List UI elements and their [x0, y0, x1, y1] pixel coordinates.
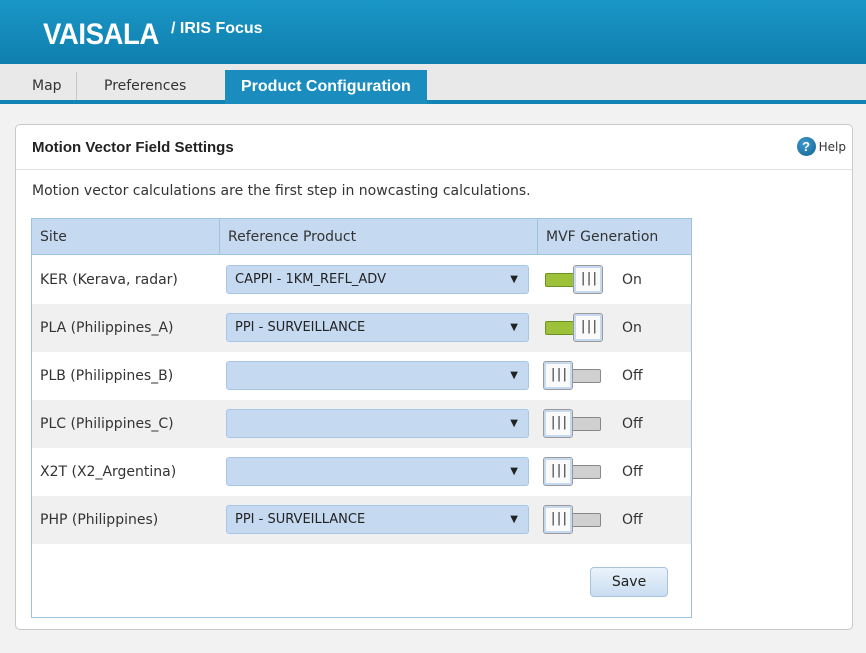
mvf-generation-toggle[interactable]: |||: [543, 313, 603, 342]
vaisala-logo: VAISALA: [43, 18, 159, 51]
dropdown-arrow-icon: ▼: [510, 466, 518, 477]
reference-product-select[interactable]: ▼: [226, 361, 529, 390]
reference-product-value: CAPPI - 1KM_REFL_ADV: [235, 272, 386, 287]
reference-product-select[interactable]: ▼: [226, 457, 529, 486]
help-label: Help: [818, 139, 846, 154]
mvf-state-label: Off: [622, 368, 643, 384]
table-row: X2T (X2_Argentina) ▼ ||| Off: [32, 448, 691, 496]
app-header: VAISALA / IRIS Focus: [0, 0, 866, 64]
reference-product-select[interactable]: ▼: [226, 409, 529, 438]
product-name: / IRIS Focus: [171, 20, 263, 37]
mvf-generation-toggle[interactable]: |||: [543, 505, 603, 534]
dropdown-arrow-icon: ▼: [510, 418, 518, 429]
toggle-knob[interactable]: |||: [543, 457, 573, 486]
site-cell: PHP (Philippines): [40, 512, 159, 528]
dropdown-arrow-icon: ▼: [510, 274, 518, 285]
tab-preferences[interactable]: Preferences: [90, 72, 200, 100]
toggle-knob[interactable]: |||: [573, 313, 603, 342]
dropdown-arrow-icon: ▼: [510, 322, 518, 333]
reference-product-select[interactable]: PPI - SURVEILLANCE ▼: [226, 505, 529, 534]
reference-product-select[interactable]: CAPPI - 1KM_REFL_ADV ▼: [226, 265, 529, 294]
mvf-generation-toggle[interactable]: |||: [543, 265, 603, 294]
mvf-generation-toggle[interactable]: |||: [543, 361, 603, 390]
mvf-state-label: Off: [622, 416, 643, 432]
toggle-knob[interactable]: |||: [543, 361, 573, 390]
table-row: PLB (Philippines_B) ▼ ||| Off: [32, 352, 691, 400]
mvf-table: Site Reference Product MVF Generation KE…: [31, 218, 692, 618]
mvf-state-label: Off: [622, 464, 643, 480]
help-button[interactable]: ? Help: [796, 137, 846, 156]
mvf-generation-toggle[interactable]: |||: [543, 457, 603, 486]
table-row: PLC (Philippines_C) ▼ ||| Off: [32, 400, 691, 448]
reference-product-select[interactable]: PPI - SURVEILLANCE ▼: [226, 313, 529, 342]
table-row: PHP (Philippines) PPI - SURVEILLANCE ▼ ||| O…: [32, 496, 691, 544]
save-button[interactable]: Save: [590, 567, 668, 597]
column-header-reference-product: Reference Product: [219, 219, 537, 255]
help-icon: ?: [796, 137, 816, 156]
table-header: Site Reference Product MVF Generation: [32, 219, 691, 255]
toggle-knob[interactable]: |||: [543, 505, 573, 534]
mvf-state-label: Off: [622, 512, 643, 528]
site-cell: PLA (Philippines_A): [40, 320, 174, 336]
site-cell: PLC (Philippines_C): [40, 416, 174, 432]
panel-title: Motion Vector Field Settings: [32, 139, 234, 156]
column-header-site: Site: [40, 229, 67, 245]
toggle-knob[interactable]: |||: [543, 409, 573, 438]
panel-divider: [16, 169, 852, 170]
mvf-settings-panel: Motion Vector Field Settings ? Help Moti…: [15, 124, 853, 630]
mvf-state-label: On: [622, 320, 642, 336]
mvf-state-label: On: [622, 272, 642, 288]
panel-description: Motion vector calculations are the first…: [32, 183, 531, 199]
tab-product-configuration[interactable]: Product Configuration: [225, 70, 427, 104]
site-cell: X2T (X2_Argentina): [40, 464, 177, 480]
mvf-generation-toggle[interactable]: |||: [543, 409, 603, 438]
table-row: KER (Kerava, radar) CAPPI - 1KM_REFL_ADV ▼…: [32, 256, 691, 304]
table-row: PLA (Philippines_A) PPI - SURVEILLANCE ▼ ||…: [32, 304, 691, 352]
toggle-knob[interactable]: |||: [573, 265, 603, 294]
dropdown-arrow-icon: ▼: [510, 370, 518, 381]
column-header-mvf-generation: MVF Generation: [537, 219, 692, 255]
site-cell: KER (Kerava, radar): [40, 272, 178, 288]
dropdown-arrow-icon: ▼: [510, 514, 518, 525]
reference-product-value: PPI - SURVEILLANCE: [235, 512, 366, 527]
reference-product-value: PPI - SURVEILLANCE: [235, 320, 366, 335]
site-cell: PLB (Philippines_B): [40, 368, 174, 384]
tab-bar: Map Preferences Product Configuration: [0, 64, 866, 104]
tab-map[interactable]: Map: [18, 72, 77, 100]
